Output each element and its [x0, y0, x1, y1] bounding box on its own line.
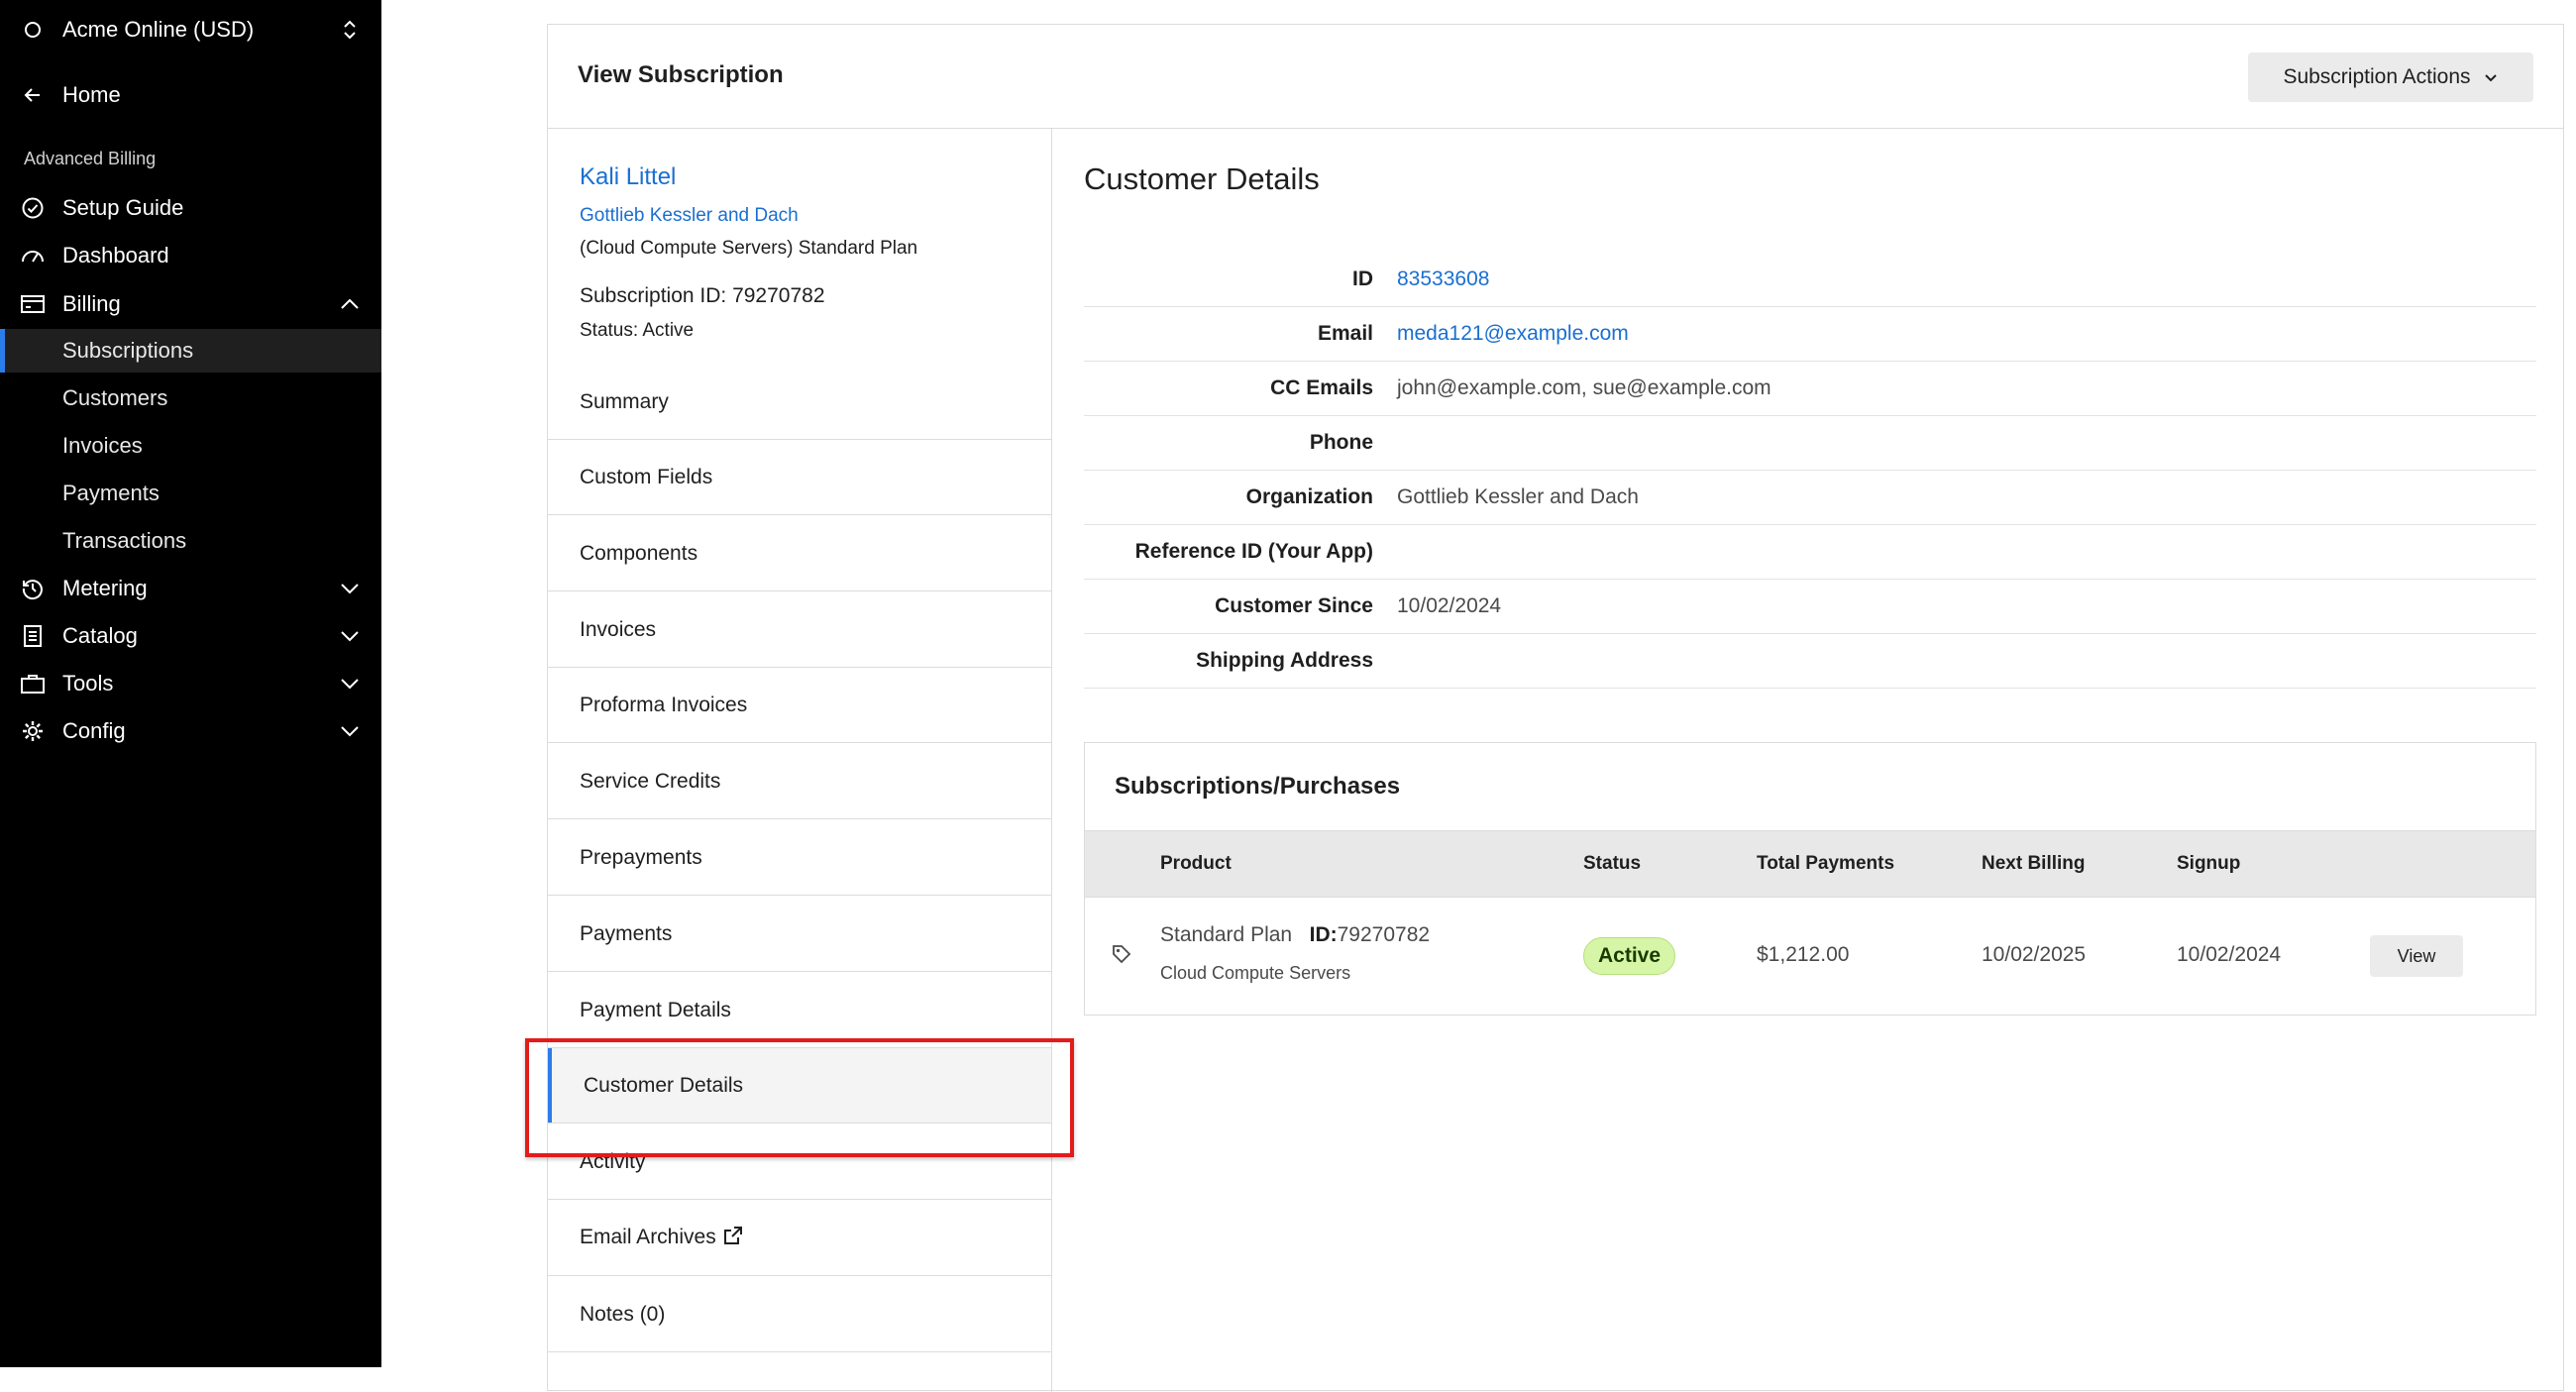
- detail-row: Reference ID (Your App): [1084, 525, 2536, 580]
- page-title: View Subscription: [578, 61, 784, 88]
- nav-prepayments[interactable]: Prepayments: [548, 820, 1051, 896]
- chevron-down-icon: [338, 624, 362, 648]
- nav-custom-fields[interactable]: Custom Fields: [548, 440, 1051, 515]
- arrow-left-icon: [20, 82, 46, 108]
- external-link-icon: [722, 1225, 744, 1252]
- customer-organization-link[interactable]: Gottlieb Kessler and Dach: [580, 205, 799, 227]
- catalog-icon: [20, 623, 46, 649]
- tag-icon: [1111, 943, 1132, 971]
- sidebar-item-tools[interactable]: Tools: [0, 662, 381, 705]
- sidebar-item-payments[interactable]: Payments: [0, 472, 381, 515]
- nav-email-archives[interactable]: Email Archives: [548, 1201, 1051, 1276]
- sidebar-item-transactions[interactable]: Transactions: [0, 519, 381, 563]
- sidebar-item-subscriptions[interactable]: Subscriptions: [0, 329, 381, 373]
- subscription-nav-column: Kali Littel Gottlieb Kessler and Dach (C…: [548, 128, 1052, 1392]
- subscription-status: Status: Active: [580, 320, 695, 341]
- sidebar-item-home[interactable]: Home: [0, 73, 381, 117]
- billing-card-icon: [20, 291, 46, 317]
- gear-icon: [20, 718, 46, 744]
- nav-payment-details[interactable]: Payment Details: [548, 973, 1051, 1048]
- detail-row: Shipping Address: [1084, 634, 2536, 689]
- section-title: Customer Details: [1084, 161, 1320, 196]
- chevron-down-icon: [2483, 69, 2499, 85]
- sidebar-item-metering[interactable]: Metering: [0, 567, 381, 610]
- detail-row: Customer Since 10/02/2024: [1084, 580, 2536, 634]
- chevron-down-icon: [338, 577, 362, 600]
- chevron-down-icon: [338, 672, 362, 696]
- sidebar-item-catalog[interactable]: Catalog: [0, 614, 381, 658]
- chevron-up-down-icon: [338, 18, 362, 42]
- subscription-actions-button[interactable]: Subscription Actions: [2248, 53, 2533, 102]
- sidebar-item-billing[interactable]: Billing: [0, 282, 381, 326]
- table-header: Product Status Total Payments Next Billi…: [1085, 830, 2535, 898]
- detail-row: ID 83533608: [1084, 253, 2536, 307]
- check-circle-icon: [20, 195, 46, 221]
- sidebar-item-invoices[interactable]: Invoices: [0, 424, 381, 468]
- nav-activity[interactable]: Activity: [548, 1124, 1051, 1200]
- account-switcher[interactable]: Acme Online (USD): [0, 8, 381, 52]
- nav-invoices[interactable]: Invoices: [548, 592, 1051, 668]
- sidebar-section-label: Advanced Billing: [24, 149, 157, 168]
- account-name: Acme Online (USD): [62, 17, 255, 42]
- customer-details-list: ID 83533608 Email meda121@example.com CC…: [1084, 253, 2536, 689]
- subscription-id: Subscription ID: 79270782: [580, 284, 825, 307]
- gauge-icon: [20, 243, 46, 268]
- sidebar-item-customers[interactable]: Customers: [0, 376, 381, 420]
- nav-components[interactable]: Components: [548, 516, 1051, 591]
- customer-id-link[interactable]: 83533608: [1397, 268, 1489, 291]
- product-family: Cloud Compute Servers: [1160, 963, 1351, 983]
- detail-row: Phone: [1084, 416, 2536, 471]
- table-row: Standard Plan ID:79270782 Cloud Compute …: [1085, 898, 2535, 1015]
- detail-row: Email meda121@example.com: [1084, 307, 2536, 362]
- total-payments: $1,212.00: [1757, 943, 1850, 966]
- chevron-down-icon: [338, 719, 362, 743]
- product-name: Standard Plan ID:79270782: [1160, 923, 1431, 946]
- nav-payments[interactable]: Payments: [548, 897, 1051, 972]
- card-header: View Subscription Subscription Actions: [548, 25, 2563, 129]
- sidebar: Acme Online (USD) Home Advanced Billing …: [0, 0, 381, 1367]
- subscriptions-purchases-panel: Subscriptions/Purchases Product Status T…: [1084, 742, 2536, 1016]
- nav-customer-details[interactable]: Customer Details: [548, 1048, 1051, 1124]
- detail-row: CC Emails john@example.com, sue@example.…: [1084, 362, 2536, 416]
- status-badge: Active: [1583, 937, 1676, 975]
- nav-service-credits[interactable]: Service Credits: [548, 744, 1051, 819]
- subscriptions-title: Subscriptions/Purchases: [1115, 773, 1401, 800]
- nav-notes[interactable]: Notes (0): [548, 1277, 1051, 1352]
- view-subscription-button[interactable]: View: [2370, 935, 2463, 977]
- chevron-up-icon: [338, 292, 362, 316]
- nav-summary[interactable]: Summary: [548, 365, 1051, 440]
- sidebar-item-config[interactable]: Config: [0, 709, 381, 753]
- detail-row: Organization Gottlieb Kessler and Dach: [1084, 471, 2536, 525]
- next-billing: 10/02/2025: [1982, 943, 2087, 966]
- subscription-plan: (Cloud Compute Servers) Standard Plan: [580, 238, 918, 259]
- nav-proforma-invoices[interactable]: Proforma Invoices: [548, 668, 1051, 743]
- toolbox-icon: [20, 671, 46, 696]
- customer-name-link[interactable]: Kali Littel: [580, 163, 676, 191]
- history-icon: [20, 576, 46, 601]
- email-link[interactable]: meda121@example.com: [1397, 322, 1629, 346]
- subscription-card: View Subscription Subscription Actions K…: [547, 24, 2564, 1392]
- circle-icon: [20, 17, 46, 43]
- signup-date: 10/02/2024: [2177, 943, 2282, 966]
- sidebar-item-dashboard[interactable]: Dashboard: [0, 234, 381, 277]
- sidebar-item-setup-guide[interactable]: Setup Guide: [0, 186, 381, 230]
